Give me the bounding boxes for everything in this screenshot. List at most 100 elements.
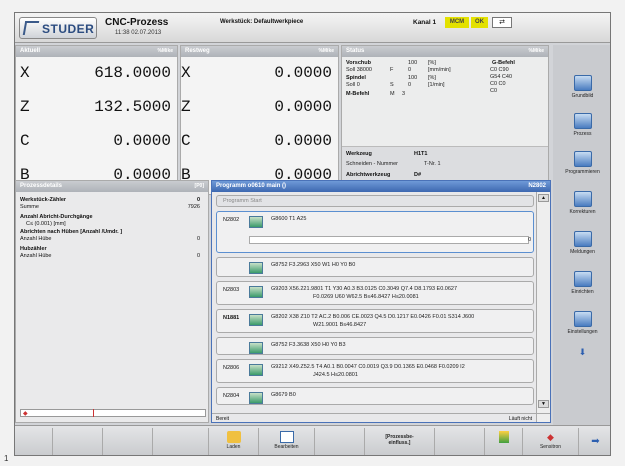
dressing-strokes-label: Abrichten nach Hüben [Anzahl /Umdr. ] bbox=[20, 229, 123, 235]
program-line[interactable]: G8752 F3.2963 X50 W1 H0 Y0 B0 bbox=[216, 257, 534, 277]
program-line[interactable]: N2802 G8600 T1 A25 0 bbox=[216, 211, 534, 253]
softkey-label: Einstellungen bbox=[567, 329, 598, 335]
spindle-label: Spindel bbox=[346, 75, 366, 81]
studer-logo: STUDER bbox=[19, 17, 97, 39]
stroke-counter-label: Hubzähler bbox=[20, 246, 47, 252]
ready-label: Bereit bbox=[216, 416, 230, 422]
header-bar: STUDER CNC-Prozess 11:38 02.07.2013 Werk… bbox=[15, 13, 610, 43]
dressing-icon bbox=[249, 216, 263, 228]
line-code: G8600 T1 A25 bbox=[271, 216, 307, 222]
feed-f-value: 0 bbox=[408, 67, 412, 73]
right-softkey-bar: Grundbild Prozess Programmieren Korrektu… bbox=[553, 45, 610, 425]
axis-label: X bbox=[20, 64, 30, 82]
line-code: G8679 B0 bbox=[271, 392, 296, 398]
actual-position-panel: Aktuell %Mike X 618.0000 Z 132.5000 C 0.… bbox=[15, 45, 178, 195]
slider-marker-icon: ◆ bbox=[23, 411, 28, 417]
m-value: 3 bbox=[402, 91, 406, 97]
softkey-channel[interactable] bbox=[485, 428, 523, 455]
program-line[interactable]: G8752 F3.3638 X50 H0 Y0 B3 bbox=[216, 337, 534, 355]
feed-f-label: F bbox=[390, 67, 394, 73]
program-line[interactable]: N2803 G9203 X56.221.9801 T1 Y30 A0.3 B3.… bbox=[216, 281, 534, 305]
axis-value: 132.5000 bbox=[94, 98, 171, 116]
line-code: G8202 X38 Z10 T2 AC.2 B0.006 CE.0023 Q4.… bbox=[271, 314, 475, 320]
correction-icon bbox=[573, 191, 592, 207]
softkey-grundbild[interactable]: Grundbild bbox=[555, 71, 610, 109]
softkey-empty-6[interactable] bbox=[435, 428, 485, 455]
program-title: Programm o0610 main () bbox=[216, 183, 287, 189]
scroll-down-icon[interactable]: ▼ bbox=[538, 400, 549, 408]
details-header: Prozessdetails [P0] bbox=[16, 181, 208, 192]
softkey-laden[interactable]: Laden bbox=[209, 428, 259, 455]
g-command-label: G-Befehl bbox=[492, 60, 515, 66]
ok-badge: OK bbox=[471, 17, 488, 28]
grinding-icon bbox=[249, 364, 263, 376]
details-title: Prozessdetails bbox=[20, 183, 63, 189]
edit-icon bbox=[279, 431, 294, 443]
program-line[interactable]: N2806 G9212 X49.Z52.5 T4 A0.1 B0.0047 C0… bbox=[216, 359, 534, 383]
grinding-icon bbox=[249, 342, 263, 354]
spindle-setpoint: Soll 0 bbox=[346, 82, 360, 88]
datetime: 11:38 02.07.2013 bbox=[115, 30, 162, 36]
g-codes-4: C0 bbox=[490, 88, 498, 94]
softkey-empty-2[interactable] bbox=[53, 428, 103, 455]
softkey-label: Bearbeiten bbox=[274, 444, 299, 450]
actual-unit: %Mike bbox=[157, 48, 173, 54]
app-title: CNC-Prozess bbox=[105, 17, 169, 28]
m-label: M bbox=[390, 91, 395, 97]
program-start-row[interactable]: Programm Start bbox=[216, 195, 534, 207]
program-scrollbar[interactable]: ▲ ▼ bbox=[536, 192, 550, 422]
g-codes-2: G54 C40 bbox=[490, 74, 513, 80]
softkey-label: Sensitron bbox=[539, 444, 562, 450]
program-line[interactable]: N2804 G8679 B0 bbox=[216, 387, 534, 405]
scroll-down-arrow-icon[interactable]: ⬇ bbox=[555, 347, 610, 385]
axis-value: 618.0000 bbox=[94, 64, 171, 82]
rest-row-c: C 0.0000 bbox=[181, 126, 338, 160]
program-panel: Programm o0610 main () N2802 Programm St… bbox=[211, 180, 551, 423]
status-unit: %Mike bbox=[528, 48, 544, 54]
rest-panel-header: Restweg %Mike bbox=[181, 46, 338, 57]
program-line[interactable]: N1881 G8202 X38 Z10 T2 AC.2 B0.006 CE.00… bbox=[216, 309, 534, 333]
axis-row-x: X 618.0000 bbox=[16, 58, 177, 92]
softkey-prozess[interactable]: Prozess bbox=[555, 109, 610, 147]
softkey-empty-3[interactable] bbox=[103, 428, 153, 455]
softkey-bearbeiten[interactable]: Bearbeiten bbox=[259, 428, 315, 455]
folder-icon bbox=[226, 431, 241, 443]
line-progress-value: 0 bbox=[528, 237, 531, 243]
status-panel: Status %Mike Vorschub 100 [%] Soll 38000… bbox=[341, 45, 549, 195]
logo-text: STUDER bbox=[42, 22, 95, 36]
grinding-icon bbox=[249, 286, 263, 298]
axis-label: Z bbox=[20, 98, 30, 116]
next-arrow-icon[interactable]: ➡ bbox=[579, 428, 610, 455]
program-icon bbox=[573, 151, 592, 167]
softkey-meldungen[interactable]: Meldungen bbox=[555, 227, 610, 265]
line-code-cont: J424.5 H≤20.0801 bbox=[313, 372, 358, 378]
mcm-badge: MCM bbox=[445, 17, 469, 28]
feed-unit: [mm/min] bbox=[428, 67, 451, 73]
cutting-edge-value: T-Nr. 1 bbox=[424, 161, 441, 167]
line-code: G9203 X56.221.9801 T1 Y30 A0.3 B3.0125 C… bbox=[271, 286, 458, 292]
softkey-einrichten[interactable]: Einrichten bbox=[555, 267, 610, 305]
softkey-empty-5[interactable] bbox=[315, 428, 365, 455]
channel-label: Kanal 1 bbox=[413, 19, 437, 26]
program-status-bar: Bereit Läuft nicht bbox=[212, 413, 550, 423]
softkey-sensitron[interactable]: ◆ Sensitron bbox=[523, 428, 579, 455]
channel-switch-icon[interactable]: ⇄ bbox=[492, 17, 512, 28]
line-number: N2803 bbox=[223, 287, 240, 293]
override-slider[interactable]: ◆ bbox=[20, 409, 206, 417]
axis-value: 0.0000 bbox=[274, 98, 332, 116]
channel-icon bbox=[498, 431, 509, 443]
softkey-empty-1[interactable] bbox=[15, 428, 53, 455]
softkey-prozessbeeinfluss[interactable]: [Prozessbe- einfluss.] bbox=[365, 428, 435, 455]
softkey-einstellungen[interactable]: Einstellungen bbox=[555, 307, 610, 345]
settings-icon bbox=[573, 311, 592, 327]
softkey-programmieren[interactable]: Programmieren bbox=[555, 147, 610, 185]
home-screen-icon bbox=[573, 75, 592, 91]
actual-panel-header: Aktuell %Mike bbox=[16, 46, 177, 57]
g-codes-3: C0 C0 bbox=[490, 81, 506, 87]
cnc-screen: STUDER CNC-Prozess 11:38 02.07.2013 Werk… bbox=[14, 12, 611, 456]
softkey-empty-4[interactable] bbox=[153, 428, 209, 455]
scroll-up-icon[interactable]: ▲ bbox=[538, 194, 549, 202]
axis-row-c: C 0.0000 bbox=[16, 126, 177, 160]
softkey-korrekturen[interactable]: Korrekturen bbox=[555, 187, 610, 225]
rest-title: Restweg bbox=[185, 48, 210, 54]
